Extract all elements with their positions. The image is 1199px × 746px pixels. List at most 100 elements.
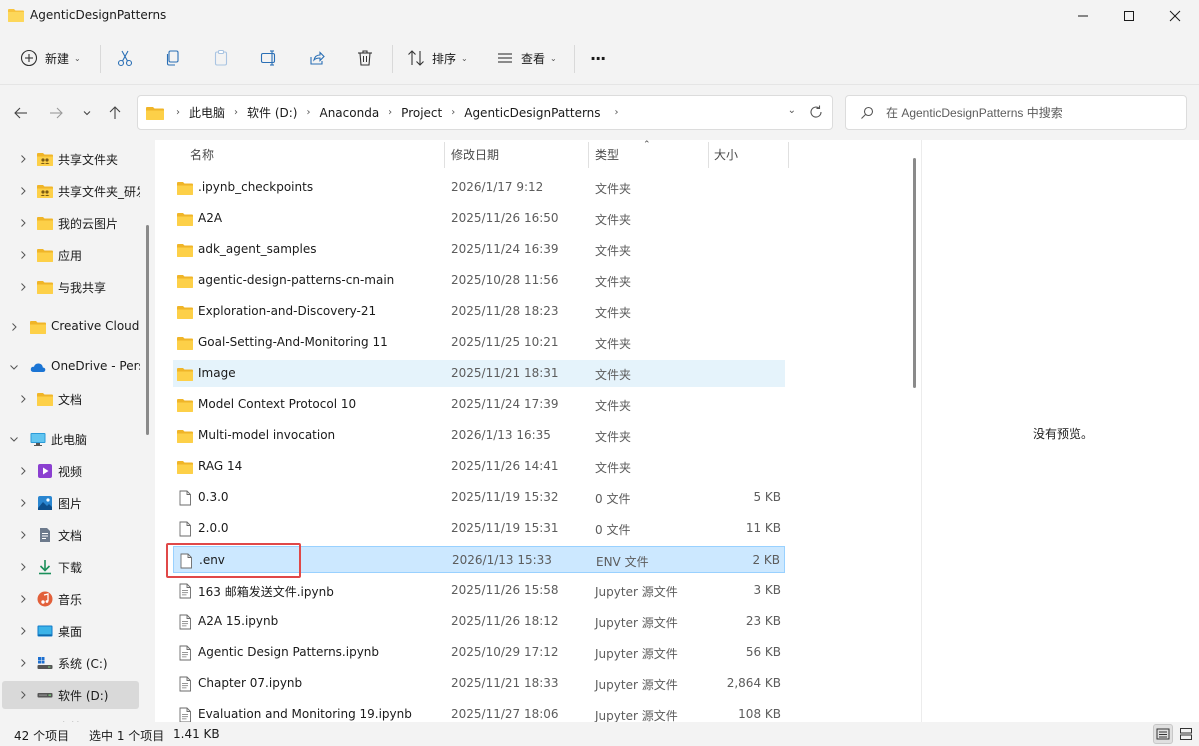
- column-divider[interactable]: [708, 142, 709, 168]
- address-dropdown-icon[interactable]: ⌄: [788, 105, 796, 116]
- file-row[interactable]: .ipynb_checkpoints 2026/1/17 9:12 文件夹: [173, 174, 785, 201]
- chevron-right-icon[interactable]: [18, 562, 28, 572]
- column-divider[interactable]: [444, 142, 445, 168]
- search-input[interactable]: [886, 105, 1176, 120]
- file-row[interactable]: agentic-design-patterns-cn-main 2025/10/2…: [173, 267, 785, 294]
- chevron-down-icon[interactable]: [9, 362, 19, 372]
- nav-item[interactable]: 应用: [0, 241, 140, 269]
- file-name: Evaluation and Monitoring 19.ipynb: [198, 707, 412, 721]
- sort-button[interactable]: 排序 ⌄: [407, 44, 468, 72]
- details-view-button[interactable]: [1153, 724, 1173, 744]
- file-row[interactable]: Multi-model invocation 2026/1/13 16:35 文件夹: [173, 422, 785, 449]
- chevron-right-icon: ›: [451, 107, 456, 118]
- minimize-button[interactable]: [1060, 0, 1106, 32]
- cut-button[interactable]: [116, 44, 134, 72]
- nav-item[interactable]: 桌面: [0, 617, 140, 645]
- chevron-right-icon[interactable]: [18, 154, 28, 164]
- nav-item[interactable]: 共享文件夹_研发: [0, 177, 140, 205]
- nav-item[interactable]: 系统 (C:): [0, 649, 140, 677]
- file-size: 2 KB: [752, 553, 780, 567]
- file-name: Exploration-and-Discovery-21: [198, 304, 377, 318]
- file-row[interactable]: 2.0.0 2025/11/19 15:31 0 文件 11 KB: [173, 515, 785, 542]
- column-header-size[interactable]: 大小: [714, 140, 738, 168]
- paste-button[interactable]: [212, 44, 230, 72]
- nav-item[interactable]: 共享文件夹: [0, 145, 140, 173]
- delete-button[interactable]: [356, 44, 374, 72]
- file-row[interactable]: Agentic Design Patterns.ipynb 2025/10/29 …: [173, 639, 785, 666]
- nav-item[interactable]: 下载: [0, 553, 140, 581]
- chevron-right-icon: ›: [176, 107, 180, 118]
- back-button[interactable]: [10, 103, 32, 123]
- file-size: 23 KB: [745, 614, 781, 628]
- file-row[interactable]: Image 2025/11/21 18:31 文件夹: [173, 360, 785, 387]
- nav-item[interactable]: 此电脑: [0, 425, 140, 453]
- chevron-right-icon[interactable]: [18, 218, 28, 228]
- column-header-name[interactable]: 名称: [190, 140, 214, 168]
- chevron-right-icon[interactable]: [9, 322, 19, 332]
- refresh-icon[interactable]: [808, 104, 824, 120]
- file-row[interactable]: adk_agent_samples 2025/11/24 16:39 文件夹: [173, 236, 785, 263]
- column-header-date[interactable]: 修改日期: [451, 140, 499, 168]
- breadcrumb-this-pc[interactable]: 此电脑: [189, 104, 225, 121]
- file-row[interactable]: RAG 14 2025/11/26 14:41 文件夹: [173, 453, 785, 480]
- breadcrumb-current[interactable]: AgenticDesignPatterns: [464, 106, 600, 120]
- column-header-type[interactable]: 类型: [595, 140, 619, 168]
- up-button[interactable]: [104, 103, 126, 123]
- nav-item[interactable]: 我的云图片: [0, 209, 140, 237]
- share-button[interactable]: [308, 44, 326, 72]
- chevron-right-icon: ›: [614, 107, 619, 118]
- chevron-right-icon[interactable]: [18, 530, 28, 540]
- nav-item[interactable]: 图片: [0, 489, 140, 517]
- chevron-right-icon[interactable]: [18, 690, 28, 700]
- nav-item[interactable]: 音乐: [0, 585, 140, 613]
- chevron-down-icon[interactable]: [9, 434, 19, 444]
- chevron-right-icon[interactable]: [18, 282, 28, 292]
- file-row[interactable]: 0.3.0 2025/11/19 15:32 0 文件 5 KB: [173, 484, 785, 511]
- search-box[interactable]: [845, 95, 1187, 130]
- chevron-right-icon[interactable]: [18, 394, 28, 404]
- breadcrumb-drive-d[interactable]: 软件 (D:): [247, 104, 297, 121]
- view-button[interactable]: 查看 ⌄: [496, 44, 557, 72]
- scrollbar-thumb[interactable]: [913, 158, 916, 388]
- file-row[interactable]: Chapter 07.ipynb 2025/11/21 18:33 Jupyter …: [173, 670, 785, 697]
- file-row[interactable]: Model Context Protocol 10 2025/11/24 17:3…: [173, 391, 785, 418]
- file-row[interactable]: Exploration-and-Discovery-21 2025/11/28 1…: [173, 298, 785, 325]
- nav-item[interactable]: 与我共享: [0, 273, 140, 301]
- nav-item[interactable]: 软件 (D:): [2, 681, 139, 709]
- chevron-right-icon[interactable]: [18, 658, 28, 668]
- recent-locations-button[interactable]: [76, 103, 98, 123]
- new-button[interactable]: 新建 ⌄: [20, 44, 81, 72]
- rename-button[interactable]: [260, 44, 278, 72]
- breadcrumb-anaconda[interactable]: Anaconda: [319, 106, 379, 120]
- tiles-view-button[interactable]: [1176, 724, 1196, 744]
- chevron-right-icon[interactable]: [18, 498, 28, 508]
- file-row[interactable]: A2A 2025/11/26 16:50 文件夹: [173, 205, 785, 232]
- column-divider[interactable]: [588, 142, 589, 168]
- file-row[interactable]: Goal-Setting-And-Monitoring 11 2025/11/25…: [173, 329, 785, 356]
- chevron-right-icon[interactable]: [18, 626, 28, 636]
- scrollbar-thumb[interactable]: [146, 225, 149, 435]
- address-bar[interactable]: › 此电脑 › 软件 (D:) › Anaconda › Project › A…: [137, 95, 833, 130]
- copy-button[interactable]: [164, 44, 182, 72]
- breadcrumb-project[interactable]: Project: [401, 106, 442, 120]
- column-divider[interactable]: [788, 142, 789, 168]
- nav-item[interactable]: 视频: [0, 457, 140, 485]
- file-row[interactable]: 163 邮箱发送文件.ipynb 2025/11/26 15:58 Jupyter …: [173, 577, 785, 604]
- forward-button[interactable]: [45, 103, 67, 123]
- file-type: 0 文件: [595, 523, 631, 537]
- file-row[interactable]: A2A 15.ipynb 2025/11/26 18:12 Jupyter 源文件 2…: [173, 608, 785, 635]
- close-button[interactable]: [1152, 0, 1198, 32]
- nav-item[interactable]: 文档: [0, 385, 140, 413]
- more-button[interactable]: ···: [590, 44, 606, 72]
- chevron-right-icon[interactable]: [18, 466, 28, 476]
- document-icon: [37, 527, 53, 543]
- nav-item[interactable]: OneDrive - Pers: [0, 353, 140, 381]
- file-row[interactable]: Evaluation and Monitoring 19.ipynb 2025/1…: [173, 701, 785, 722]
- maximize-button[interactable]: [1106, 0, 1152, 32]
- nav-item[interactable]: Creative Cloud: [0, 313, 140, 341]
- chevron-right-icon[interactable]: [18, 186, 28, 196]
- chevron-right-icon[interactable]: [18, 594, 28, 604]
- nav-item[interactable]: 文档 (E:): [0, 713, 140, 722]
- chevron-right-icon[interactable]: [18, 250, 28, 260]
- nav-item[interactable]: 文档: [0, 521, 140, 549]
